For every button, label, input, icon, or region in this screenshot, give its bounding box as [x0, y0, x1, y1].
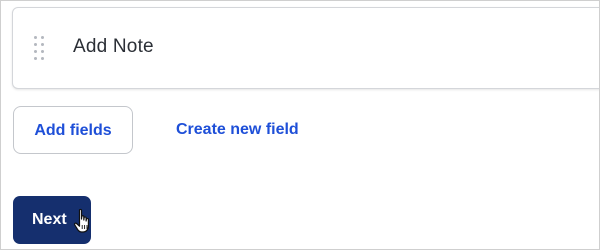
page-frame: Add Note Add fields Create new field Nex… [0, 0, 600, 250]
field-card-add-note[interactable]: Add Note [12, 7, 599, 89]
hand-pointer-icon [73, 208, 89, 233]
field-label: Add Note [73, 36, 154, 57]
add-fields-button[interactable]: Add fields [13, 106, 133, 154]
create-new-field-link[interactable]: Create new field [176, 120, 299, 140]
drag-handle-icon[interactable] [34, 36, 44, 60]
